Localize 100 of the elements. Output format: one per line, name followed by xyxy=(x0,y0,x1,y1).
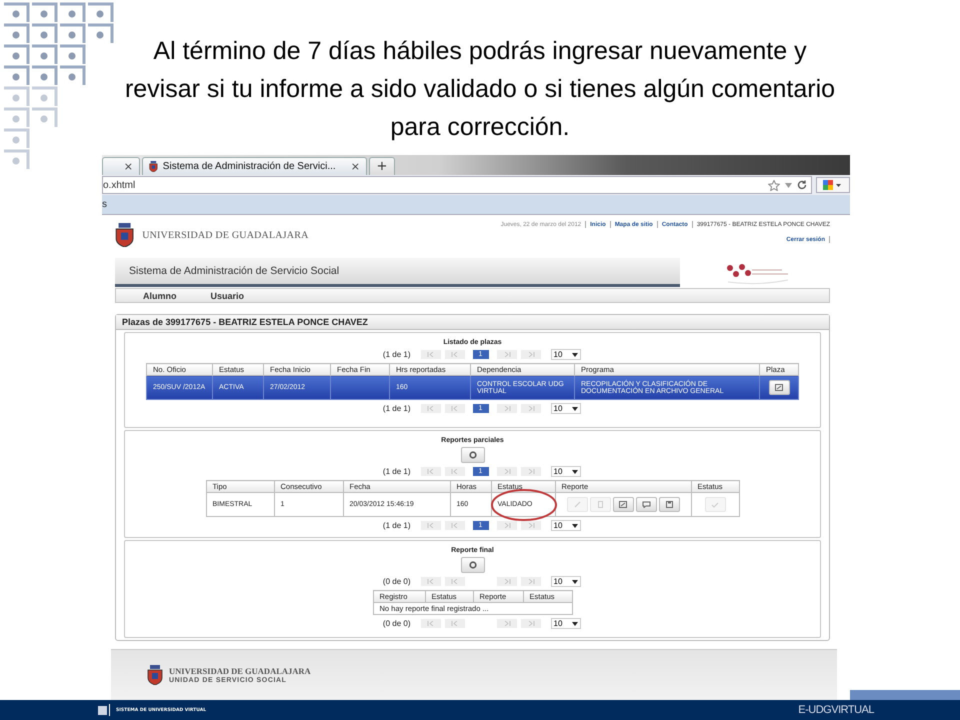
rows-per-page-select[interactable]: 10 xyxy=(550,403,580,414)
menu-item[interactable]: Usuario xyxy=(210,290,244,300)
first-page-button[interactable] xyxy=(420,577,440,586)
page-count: (1 de 1) xyxy=(382,467,410,476)
skip-back-icon xyxy=(426,406,434,411)
page-count: (0 de 0) xyxy=(382,577,410,586)
previous-page-button[interactable] xyxy=(444,619,464,628)
skip-forward-icon xyxy=(502,579,510,584)
search-engine-icon xyxy=(823,180,843,190)
next-page-button[interactable] xyxy=(496,404,516,413)
close-tab-button[interactable]: × xyxy=(350,160,360,173)
skip-forward-icon xyxy=(526,406,534,411)
university-crest-icon xyxy=(147,665,163,685)
next-page-button[interactable] xyxy=(496,467,516,476)
previous-page-button[interactable] xyxy=(444,350,464,359)
reload-icon[interactable] xyxy=(797,180,807,190)
caret-icon xyxy=(572,406,578,410)
edit-button[interactable] xyxy=(768,380,790,395)
skip-back-icon xyxy=(426,621,434,626)
star-icon[interactable] xyxy=(768,180,780,190)
last-page-button[interactable] xyxy=(520,350,540,359)
edit-button[interactable] xyxy=(612,497,634,512)
add-button[interactable] xyxy=(460,557,484,573)
dropdown-icon[interactable] xyxy=(785,182,792,188)
skip-forward-icon xyxy=(502,352,510,357)
caret-icon xyxy=(572,580,578,584)
first-page-button[interactable] xyxy=(420,350,440,359)
caret-icon xyxy=(572,524,578,528)
skip-back-icon xyxy=(450,621,458,626)
menu-item[interactable]: Alumno xyxy=(143,290,176,300)
first-page-button[interactable] xyxy=(420,404,440,413)
skip-back-icon xyxy=(450,523,458,528)
search-engine-button[interactable] xyxy=(816,177,850,193)
circle-icon xyxy=(468,451,476,459)
university-name: UNIVERSIDAD DE GUADALAJARA xyxy=(142,230,308,240)
new-tab-button[interactable]: + xyxy=(369,157,395,175)
skip-forward-icon xyxy=(526,469,534,474)
first-page-button[interactable] xyxy=(420,521,440,530)
browser-tab[interactable]: × xyxy=(102,157,140,175)
caret-icon xyxy=(572,622,578,626)
bookmark-text: s xyxy=(102,199,107,210)
skip-back-icon xyxy=(450,352,458,357)
caret-icon xyxy=(572,352,578,356)
skip-forward-icon xyxy=(526,621,534,626)
skip-back-icon xyxy=(426,352,434,357)
save-button[interactable] xyxy=(658,497,680,512)
add-button[interactable] xyxy=(460,447,484,463)
skip-back-icon xyxy=(426,523,434,528)
rows-per-page-select[interactable]: 10 xyxy=(550,349,580,360)
first-page-button[interactable] xyxy=(420,467,440,476)
system-title-bar: Sistema de Administración de Servicio Social xyxy=(115,258,680,287)
rows-per-page-select[interactable]: 10 xyxy=(550,466,580,477)
edit-icon xyxy=(619,501,627,508)
site-icon xyxy=(149,161,158,172)
page-count: (1 de 1) xyxy=(382,521,410,530)
check-icon xyxy=(711,502,719,508)
panel-title: Plazas de 399177675 - BEATRIZ ESTELA PONCE CHAVEZ xyxy=(116,315,829,330)
skip-forward-icon xyxy=(502,469,510,474)
next-page-button[interactable] xyxy=(496,521,516,530)
slide-title: Al término de 7 días hábiles podrás ingresar nuevamente y xyxy=(153,36,807,67)
skip-back-icon xyxy=(426,469,434,474)
skip-forward-icon xyxy=(502,621,510,626)
address-text: o.xhtml xyxy=(103,180,136,190)
tab-label: Sistema de Administración de Servici... xyxy=(162,161,337,172)
browser-tab[interactable]: Sistema de Administración de Servici... × xyxy=(142,157,367,175)
first-page-button[interactable] xyxy=(420,619,440,628)
comment-icon xyxy=(642,501,650,508)
last-page-button[interactable] xyxy=(520,619,540,628)
circle-icon xyxy=(468,561,476,569)
caret-icon xyxy=(572,470,578,474)
rows-per-page-select[interactable]: 10 xyxy=(550,520,580,531)
page-count: (1 de 1) xyxy=(382,404,410,413)
rows-per-page-select[interactable]: 10 xyxy=(550,576,580,587)
save-icon xyxy=(666,501,672,508)
slide-title: para corrección. xyxy=(390,112,570,143)
next-page-button[interactable] xyxy=(496,619,516,628)
last-page-button[interactable] xyxy=(520,404,540,413)
previous-page-button[interactable] xyxy=(444,521,464,530)
last-page-button[interactable] xyxy=(520,577,540,586)
last-page-button[interactable] xyxy=(520,467,540,476)
previous-page-button[interactable] xyxy=(444,404,464,413)
skip-back-icon xyxy=(450,579,458,584)
address-field[interactable]: o.xhtml xyxy=(102,176,812,194)
skip-back-icon xyxy=(450,469,458,474)
skip-forward-icon xyxy=(526,579,534,584)
slide-title: revisar si tu informe a sido validado o si tienes algún comentario xyxy=(124,74,836,105)
footer-university: UNIVERSIDAD DE GUADALAJARA xyxy=(169,666,311,676)
close-tab-button[interactable]: × xyxy=(124,160,133,173)
comment-button[interactable] xyxy=(636,497,656,512)
last-page-button[interactable] xyxy=(520,521,540,530)
rows-per-page-select[interactable]: 10 xyxy=(550,618,580,629)
pencil-icon xyxy=(574,501,580,508)
page-count: (1 de 1) xyxy=(382,350,410,359)
skip-forward-icon xyxy=(526,352,534,357)
next-page-button[interactable] xyxy=(496,577,516,586)
document-icon xyxy=(598,501,602,508)
next-page-button[interactable] xyxy=(496,350,516,359)
crest-icon xyxy=(98,704,110,716)
skip-back-icon xyxy=(450,406,458,411)
footer-brand-text: E-UDGVIRTUAL xyxy=(798,704,874,716)
